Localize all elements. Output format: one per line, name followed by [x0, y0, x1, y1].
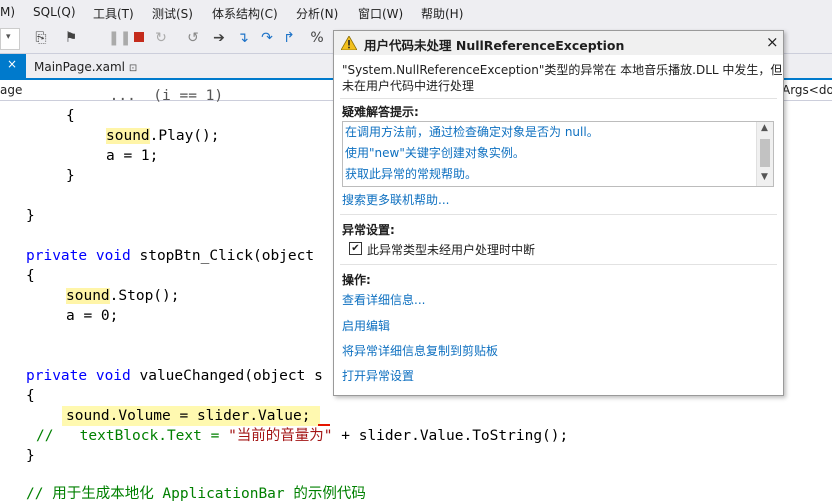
code-line: sound.Stop(); [66, 288, 180, 304]
dialog-title-bar: 用户代码未处理 NullReferenceException × [334, 31, 783, 55]
code-line: } [26, 208, 35, 224]
tab-mainpage-xaml[interactable]: MainPage.xaml ⊡ [26, 56, 145, 78]
tip-link[interactable]: 在调用方法前，通过检查确定对象是否为 null。 [345, 123, 599, 140]
code-line: ... (i == 1) [66, 88, 224, 104]
menu-item-window[interactable]: 窗口(W) [358, 5, 403, 22]
pin-icon[interactable]: ⊡ [129, 63, 137, 74]
close-icon[interactable]: × [7, 57, 17, 71]
process-icon[interactable]: ⚑ [62, 29, 80, 47]
menu-item-test[interactable]: 测试(S) [152, 5, 193, 22]
warning-icon [341, 36, 357, 50]
menu-bar: M) SQL(Q) 工具(T) 测试(S) 体系结构(C) 分析(N) 窗口(W… [0, 0, 832, 25]
exception-settings-header: 异常设置: [342, 223, 395, 237]
code-line: a = 0; [66, 308, 119, 324]
chevron-down-icon: ▾ [6, 32, 11, 42]
menu-item-help[interactable]: 帮助(H) [421, 5, 463, 22]
restart-icon[interactable]: ↻ [152, 29, 170, 47]
attach-icon[interactable]: ⎘ [32, 29, 50, 47]
code-line: { [26, 268, 35, 284]
code-line: { [26, 388, 35, 404]
code-line: { [66, 108, 75, 124]
actions-header: 操作: [342, 273, 371, 287]
copy-exception-details-link[interactable]: 将异常详细信息复制到剪贴板 [342, 342, 498, 359]
step-out-icon[interactable]: ↱ [280, 29, 298, 47]
step-into-icon[interactable]: ↴ [234, 29, 252, 47]
close-icon[interactable]: × [766, 33, 779, 51]
nav-type-dropdown[interactable]: age [0, 80, 22, 100]
divider [340, 98, 777, 99]
toolbar-dropdown[interactable]: ▾ [0, 28, 20, 50]
code-line: private void valueChanged(object s [26, 368, 323, 384]
stop-icon[interactable] [130, 29, 148, 47]
pause-icon[interactable]: ❚❚ [108, 29, 131, 47]
code-line-current: sound.Volume = slider.Value; [66, 408, 311, 424]
step-over-icon[interactable]: ↷ [258, 29, 276, 47]
code-line: private void stopBtn_Click(object [26, 248, 315, 264]
tab-active-partial[interactable]: × [0, 54, 26, 78]
troubleshooting-tips-list[interactable]: 在调用方法前，通过检查确定对象是否为 null。 使用"new"关键字创建对象实… [342, 121, 774, 187]
divider [340, 264, 777, 265]
checkmark-icon: ✔ [351, 243, 360, 254]
scrollbar[interactable]: ▲ ▼ [756, 122, 773, 186]
code-line: a = 1; [106, 148, 159, 164]
divider [340, 214, 777, 215]
exception-message-line2: 未在用户代码中进行处理 [342, 79, 475, 93]
tip-link[interactable]: 获取此异常的常规帮助。 [345, 165, 477, 182]
chevron-up-icon[interactable]: ▲ [761, 123, 768, 133]
code-line: sound.Play(); [106, 128, 220, 144]
menu-item-sql[interactable]: SQL(Q) [33, 5, 76, 19]
dialog-title: 用户代码未处理 NullReferenceException [364, 38, 625, 53]
code-line: } [26, 448, 35, 464]
menu-item-tools[interactable]: 工具(T) [93, 5, 134, 22]
break-when-unhandled-checkbox[interactable]: ✔ [349, 242, 362, 255]
open-exception-settings-link[interactable]: 打开异常设置 [342, 367, 414, 384]
show-next-statement-icon[interactable]: ➔ [210, 29, 228, 47]
scrollbar-thumb[interactable] [760, 139, 770, 167]
menu-item-architecture[interactable]: 体系结构(C) [212, 5, 278, 22]
search-more-help-link[interactable]: 搜索更多联机帮助... [342, 191, 449, 208]
tip-link[interactable]: 使用"new"关键字创建对象实例。 [345, 144, 525, 161]
exception-message-line1: "System.NullReferenceException"类型的异常在 本地… [342, 63, 783, 77]
menu-item-analyze[interactable]: 分析(N) [296, 5, 338, 22]
code-line: // 用于生成本地化 ApplicationBar 的示例代码 [26, 486, 366, 502]
nav-member-dropdown[interactable]: Args<do [782, 80, 832, 100]
tips-header: 疑难解答提示: [342, 105, 419, 119]
checkbox-label: 此异常类型未经用户处理时中断 [367, 243, 536, 257]
chevron-down-icon[interactable]: ▼ [761, 172, 768, 182]
hex-icon[interactable]: % [308, 29, 326, 47]
code-line: } [66, 168, 75, 184]
view-details-link[interactable]: 查看详细信息... [342, 291, 425, 308]
code-line: // textBlock.Text = "当前的音量为" + slider.Va… [36, 428, 569, 444]
tab-label: MainPage.xaml [34, 60, 125, 74]
enable-editing-link[interactable]: 启用编辑 [342, 317, 390, 334]
refresh-icon[interactable]: ↺ [184, 29, 202, 47]
exception-helper-dialog: 用户代码未处理 NullReferenceException × "System… [333, 30, 784, 396]
menu-item-partial[interactable]: M) [0, 5, 15, 19]
